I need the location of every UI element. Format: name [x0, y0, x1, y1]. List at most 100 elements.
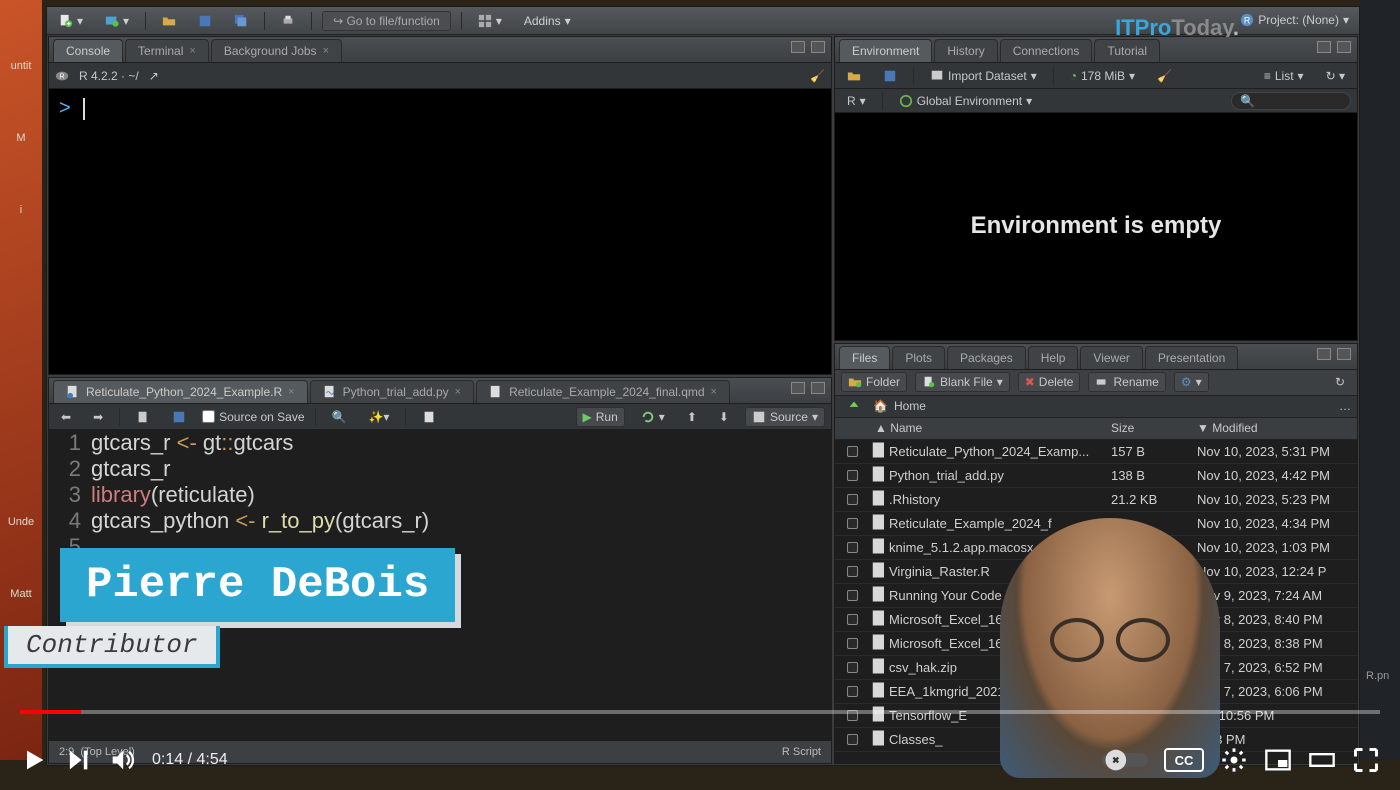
print-button[interactable]	[275, 12, 301, 30]
panes-button[interactable]: ▾	[472, 12, 508, 30]
popout-icon[interactable]: ↗	[149, 69, 159, 83]
back-button[interactable]: ⬅	[55, 408, 77, 426]
tab-tutorial[interactable]: Tutorial	[1094, 39, 1160, 62]
delete-button[interactable]: ✖Delete	[1018, 372, 1081, 392]
settings-button[interactable]	[1220, 746, 1248, 774]
forward-button[interactable]: ➡	[87, 408, 109, 426]
addins-button[interactable]: Addins ▾	[518, 12, 577, 30]
tab-help[interactable]: Help	[1028, 346, 1079, 369]
file-checkbox[interactable]	[847, 518, 858, 529]
memory-button[interactable]: ◔ 178 MiB ▾	[1064, 67, 1141, 85]
file-row[interactable]: .Rhistory21.2 KBNov 10, 2023, 5:23 PM	[835, 488, 1357, 512]
file-checkbox[interactable]	[847, 638, 858, 649]
col-size[interactable]: Size	[1111, 421, 1197, 435]
up-button[interactable]: ⬆	[681, 408, 703, 426]
refresh-files-button[interactable]: ↻	[1329, 373, 1351, 391]
tab-console[interactable]: Console	[53, 39, 123, 62]
new-folder-button[interactable]: Folder	[841, 372, 907, 392]
tab-environment[interactable]: Environment	[839, 39, 932, 62]
tab-background-jobs[interactable]: Background Jobs×	[211, 39, 342, 62]
new-project-button[interactable]: ▾	[99, 12, 135, 30]
more-path-button[interactable]: …	[1339, 399, 1351, 413]
broom-icon[interactable]: 🧹	[810, 69, 825, 83]
tab-file-2[interactable]: Python_trial_add.py×	[310, 380, 475, 403]
refresh-button[interactable]: ↻ ▾	[1320, 67, 1351, 85]
run-button[interactable]: ▶ Run	[576, 407, 625, 427]
source-on-save-toggle[interactable]: Source on Save	[202, 410, 304, 424]
blank-file-button[interactable]: Blank File ▾	[915, 372, 1010, 392]
col-modified[interactable]: Modified	[1212, 421, 1257, 435]
save-all-button[interactable]	[228, 12, 254, 30]
progress-bar[interactable]	[20, 710, 1380, 714]
tab-files[interactable]: Files	[839, 346, 890, 369]
rerun-button[interactable]: ▾	[635, 408, 671, 426]
find-button[interactable]: 🔍	[326, 408, 353, 426]
tab-plots[interactable]: Plots	[892, 346, 945, 369]
down-button[interactable]: ⬇	[713, 408, 735, 426]
autoplay-toggle[interactable]	[1102, 746, 1148, 774]
miniplayer-button[interactable]	[1264, 746, 1292, 774]
broom-button[interactable]: 🧹	[1151, 67, 1178, 85]
console-body[interactable]: >	[49, 89, 831, 374]
file-checkbox[interactable]	[847, 662, 858, 673]
open-button[interactable]	[156, 12, 182, 30]
save-current-button[interactable]	[166, 408, 192, 426]
home-icon[interactable]: 🏠	[873, 399, 888, 413]
new-file-button[interactable]: ▾	[53, 12, 89, 30]
up-dir-button[interactable]	[841, 397, 867, 415]
wand-button[interactable]: ✨▾	[362, 408, 395, 426]
tab-history[interactable]: History	[934, 39, 997, 62]
file-checkbox[interactable]	[847, 686, 858, 697]
captions-button[interactable]: CC	[1164, 748, 1204, 772]
save-button[interactable]	[192, 12, 218, 30]
fullscreen-button[interactable]	[1352, 746, 1380, 774]
maximize-pane-icon[interactable]	[811, 41, 825, 53]
minimize-pane-icon[interactable]	[791, 382, 805, 394]
file-row[interactable]: Python_trial_add.py138 BNov 10, 2023, 4:…	[835, 464, 1357, 488]
minimize-pane-icon[interactable]	[1317, 41, 1331, 53]
file-name[interactable]: .Rhistory	[889, 492, 1111, 507]
col-name[interactable]: Name	[890, 421, 922, 435]
tab-presentation[interactable]: Presentation	[1145, 346, 1238, 369]
file-checkbox[interactable]	[847, 542, 858, 553]
theater-button[interactable]	[1308, 746, 1336, 774]
env-search-input[interactable]: 🔍	[1231, 92, 1351, 110]
next-button[interactable]	[64, 746, 92, 774]
minimize-pane-icon[interactable]	[1317, 348, 1331, 360]
play-button[interactable]	[20, 746, 48, 774]
code-line[interactable]: gtcars_python <- r_to_py(gtcars_r)	[91, 508, 429, 534]
file-checkbox[interactable]	[847, 446, 858, 457]
file-name[interactable]: Reticulate_Python_2024_Examp...	[889, 444, 1111, 459]
file-name[interactable]: Python_trial_add.py	[889, 468, 1111, 483]
code-line[interactable]: library(reticulate)	[91, 482, 255, 508]
maximize-pane-icon[interactable]	[811, 382, 825, 394]
home-label[interactable]: Home	[894, 399, 926, 413]
file-checkbox[interactable]	[847, 566, 858, 577]
load-workspace-button[interactable]	[841, 67, 867, 85]
compile-button[interactable]	[416, 408, 442, 426]
volume-button[interactable]	[108, 746, 136, 774]
tab-connections[interactable]: Connections	[1000, 39, 1093, 62]
code-line[interactable]: gtcars_r <- gt::gtcars	[91, 430, 293, 456]
show-button[interactable]	[130, 408, 156, 426]
tab-file-3[interactable]: Reticulate_Example_2024_final.qmd×	[476, 380, 730, 403]
project-menu[interactable]: RProject: (None) ▾	[1240, 13, 1349, 27]
file-checkbox[interactable]	[847, 494, 858, 505]
tab-viewer[interactable]: Viewer	[1080, 346, 1142, 369]
tab-file-1[interactable]: Reticulate_Python_2024_Example.R×	[53, 380, 308, 403]
file-row[interactable]: Reticulate_Python_2024_Examp...157 BNov …	[835, 440, 1357, 464]
tab-packages[interactable]: Packages	[947, 346, 1026, 369]
file-checkbox[interactable]	[847, 590, 858, 601]
maximize-pane-icon[interactable]	[1337, 348, 1351, 360]
file-checkbox[interactable]	[847, 470, 858, 481]
import-dataset-button[interactable]: Import Dataset ▾	[924, 67, 1043, 85]
goto-file-input[interactable]: ↪ Go to file/function	[322, 11, 451, 31]
file-checkbox[interactable]	[847, 614, 858, 625]
scope-r-button[interactable]: R ▾	[841, 92, 872, 110]
view-mode-button[interactable]: ≡ List ▾	[1258, 67, 1310, 85]
more-button[interactable]: ⚙▾	[1174, 372, 1209, 392]
code-line[interactable]: gtcars_r	[91, 456, 170, 482]
tab-terminal[interactable]: Terminal×	[125, 39, 209, 62]
maximize-pane-icon[interactable]	[1337, 41, 1351, 53]
global-env-button[interactable]: Global Environment ▾	[893, 92, 1038, 110]
